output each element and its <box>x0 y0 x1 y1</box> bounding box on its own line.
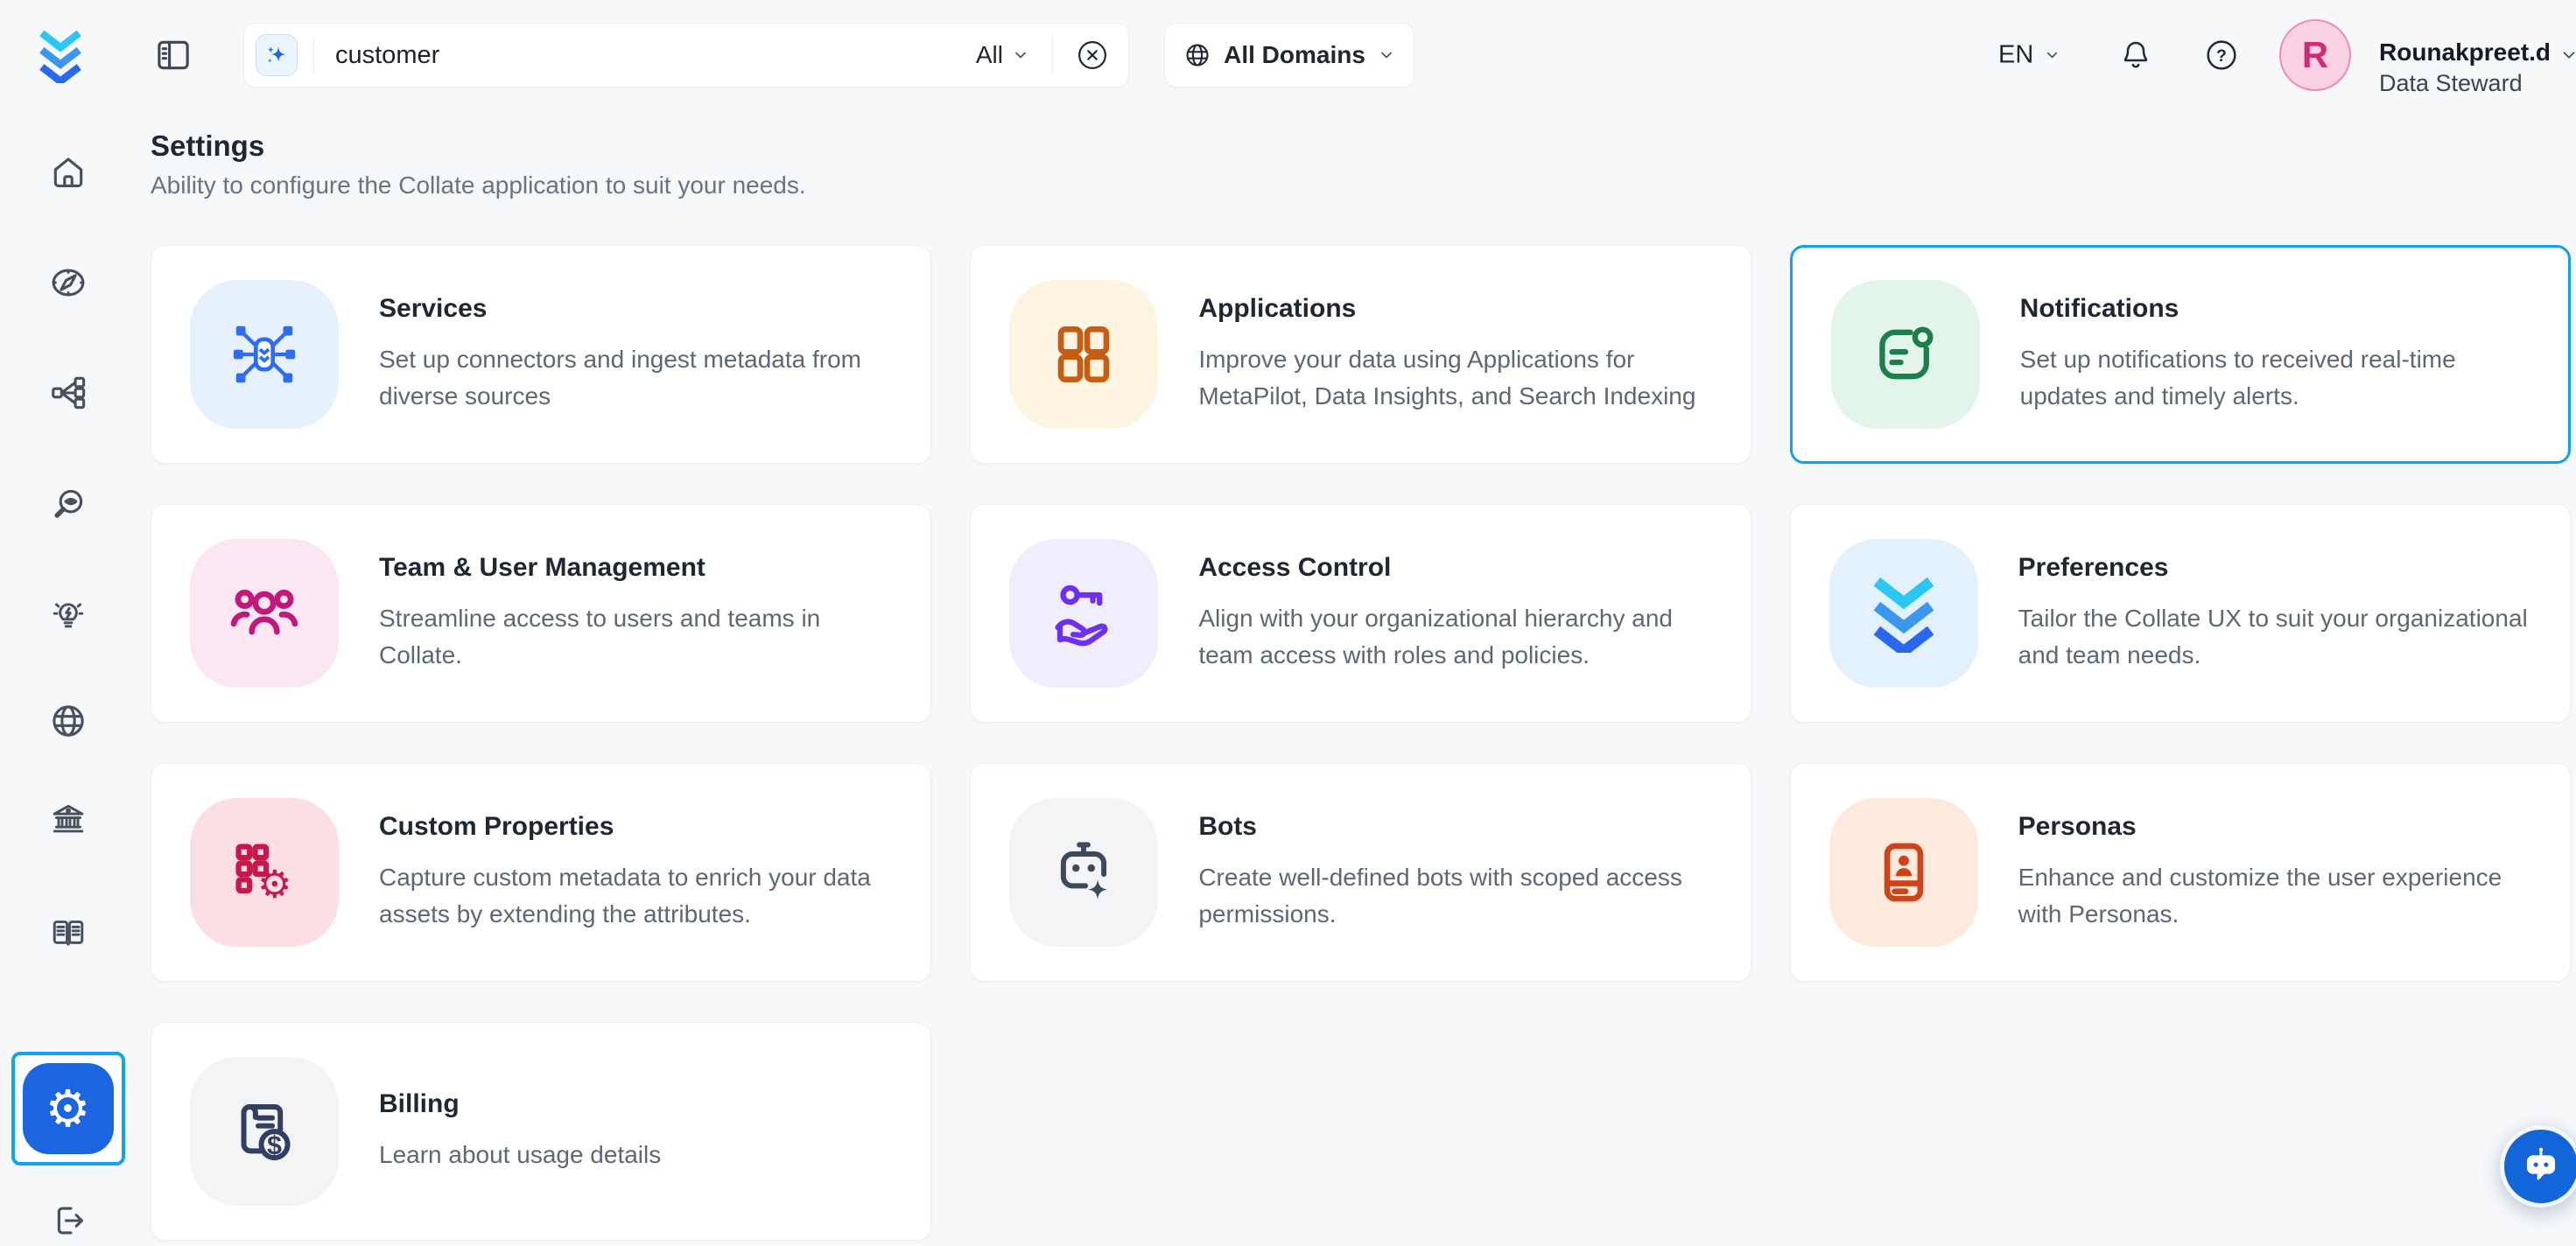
custom-properties-icon: ⚙ <box>190 798 339 947</box>
logout-icon <box>49 1201 88 1240</box>
avatar-initial: R <box>2302 34 2328 76</box>
card-description: Set up notifications to received real-ti… <box>2020 341 2542 415</box>
all-domains-label: All Domains <box>1224 41 1365 69</box>
ai-sparkle-icon[interactable] <box>256 34 298 76</box>
settings-card-team-user-management[interactable]: Team & User Management Streamline access… <box>151 504 931 723</box>
settings-card-preferences[interactable]: Preferences Tailor the Collate UX to sui… <box>1790 504 2571 723</box>
services-icon <box>190 280 339 429</box>
bots-icon <box>1009 798 1158 947</box>
clear-search-icon[interactable] <box>1076 38 1109 72</box>
chevron-down-icon <box>1378 46 1395 64</box>
svg-text:$: $ <box>267 1131 282 1160</box>
card-title: Notifications <box>2020 294 2542 324</box>
chevron-down-icon <box>1012 46 1029 64</box>
sidebar-item-glossary[interactable] <box>49 914 88 952</box>
user-avatar[interactable]: R <box>2279 19 2351 91</box>
search-divider <box>1052 37 1053 74</box>
card-title: Bots <box>1198 812 1723 842</box>
sidebar-item-insights[interactable] <box>49 596 88 634</box>
sidebar-item-govern[interactable] <box>49 800 88 838</box>
settings-gear-icon: ⚙ <box>23 1063 114 1154</box>
settings-card-personas[interactable]: Personas Enhance and customize the user … <box>1790 763 2571 982</box>
language-dropdown[interactable]: EN <box>1998 41 2060 70</box>
card-description: Align with your organizational hierarchy… <box>1198 600 1723 674</box>
card-title: Applications <box>1198 294 1723 324</box>
user-role: Data Steward <box>2379 70 2523 97</box>
search-scope-dropdown[interactable]: All <box>976 41 1029 69</box>
card-description: Streamline access to users and teams in … <box>379 600 904 674</box>
svg-text:?: ? <box>2216 47 2227 66</box>
settings-card-billing[interactable]: $ Billing Learn about usage details <box>151 1022 931 1241</box>
settings-card-access-control[interactable]: Access Control Align with your organizat… <box>970 504 1751 723</box>
card-title: Billing <box>379 1089 661 1119</box>
chevron-down-icon <box>2044 47 2060 64</box>
card-description: Create well-defined bots with scoped acc… <box>1198 859 1723 933</box>
sidebar-item-logout[interactable] <box>49 1201 88 1240</box>
sidebar-item-home[interactable] <box>49 153 88 192</box>
sidebar-item-observability[interactable] <box>49 486 88 524</box>
sidebar-item-settings-active[interactable]: ⚙ <box>11 1052 125 1166</box>
card-title: Preferences <box>2018 553 2544 583</box>
home-icon <box>49 153 88 192</box>
search-input[interactable] <box>335 41 976 70</box>
card-description: Enhance and customize the user experienc… <box>2018 859 2544 933</box>
applications-icon <box>1009 280 1158 429</box>
collate-logo-icon[interactable] <box>37 27 84 83</box>
topbar: All All Domains EN ? <box>0 0 2576 111</box>
card-title: Team & User Management <box>379 553 904 583</box>
card-title: Personas <box>2018 812 2544 842</box>
search-scope-label: All <box>976 41 1003 69</box>
card-title: Custom Properties <box>379 812 904 842</box>
card-description: Improve your data using Applications for… <box>1198 341 1723 415</box>
settings-card-applications[interactable]: Applications Improve your data using App… <box>970 245 1751 464</box>
govern-bank-icon <box>49 800 88 838</box>
profile-chevron-icon[interactable] <box>2559 46 2576 65</box>
search-divider <box>313 38 314 72</box>
main-content: Settings Ability to configure the Collat… <box>136 111 2576 1241</box>
team-user-management-icon <box>190 539 339 688</box>
globe-icon <box>1183 41 1211 69</box>
page-subtitle: Ability to configure the Collate applica… <box>151 172 2571 200</box>
notifications-bell-icon[interactable] <box>2118 38 2153 73</box>
global-search-bar[interactable]: All <box>243 23 1129 88</box>
chat-bot-button[interactable] <box>2500 1125 2576 1208</box>
settings-card-bots[interactable]: Bots Create well-defined bots with scope… <box>970 763 1751 982</box>
left-sidebar: ⚙ <box>0 111 136 1246</box>
insights-lightbulb-icon <box>49 596 88 634</box>
sidebar-toggle-icon[interactable] <box>154 36 193 74</box>
settings-cards-grid: Services Set up connectors and ingest me… <box>151 245 2571 1241</box>
sidebar-item-explore[interactable] <box>49 263 88 302</box>
billing-icon: $ <box>190 1057 339 1206</box>
domains-globe-icon <box>49 702 88 740</box>
page-title: Settings <box>151 130 2571 163</box>
card-description: Capture custom metadata to enrich your d… <box>379 859 904 933</box>
user-name: Rounakpreet.d <box>2379 38 2551 66</box>
access-control-icon <box>1009 539 1158 688</box>
card-description: Set up connectors and ingest metadata fr… <box>379 341 904 415</box>
personas-icon <box>1829 798 1978 947</box>
sidebar-item-domains[interactable] <box>49 702 88 740</box>
settings-card-notifications[interactable]: Notifications Set up notifications to re… <box>1790 245 2571 464</box>
all-domains-dropdown[interactable]: All Domains <box>1164 23 1414 88</box>
settings-card-custom-properties[interactable]: ⚙ Custom Properties Capture custom metad… <box>151 763 931 982</box>
observability-magnifier-eye-icon <box>49 486 88 524</box>
data-flow-icon <box>49 374 88 412</box>
svg-text:⚙: ⚙ <box>257 863 291 907</box>
language-label: EN <box>1998 41 2033 70</box>
sidebar-item-data-assets[interactable] <box>49 374 88 412</box>
explore-compass-icon <box>49 263 88 302</box>
card-title: Access Control <box>1198 553 1723 583</box>
preferences-collate-icon <box>1829 539 1978 688</box>
settings-card-services[interactable]: Services Set up connectors and ingest me… <box>151 245 931 464</box>
robot-icon <box>2518 1144 2564 1189</box>
card-description: Tailor the Collate UX to suit your organ… <box>2018 600 2544 674</box>
help-icon[interactable]: ? <box>2204 38 2239 73</box>
card-title: Services <box>379 294 904 324</box>
glossary-book-icon <box>49 914 88 952</box>
card-description: Learn about usage details <box>379 1137 661 1173</box>
notifications-icon <box>1831 280 1980 429</box>
